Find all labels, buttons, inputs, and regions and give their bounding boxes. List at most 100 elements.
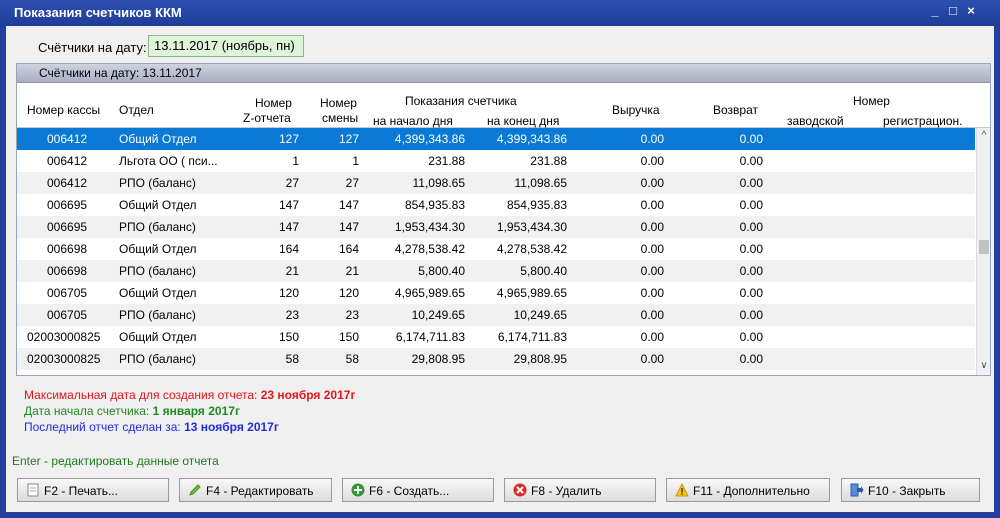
table-row[interactable]: 006695 РПО (баланс) 147 147 1,953,434.30… xyxy=(17,216,975,238)
app-window: Показания счетчиков ККМ _ □ × Счётчики н… xyxy=(0,0,1000,518)
cell-end: 4,399,343.86 xyxy=(496,132,567,146)
table-row[interactable]: 006412 Общий Отдел 127 127 4,399,343.86 … xyxy=(17,128,975,150)
header-start[interactable]: на начало дня xyxy=(373,114,453,128)
header-smena-2[interactable]: смены xyxy=(322,111,358,125)
cell-vyruchka: 0.00 xyxy=(640,286,664,300)
cell-z: 150 xyxy=(278,330,299,344)
vertical-scrollbar[interactable]: ^ ∨ xyxy=(976,128,990,375)
cell-vyruchka: 0.00 xyxy=(640,264,664,278)
cell-smena: 58 xyxy=(345,352,359,366)
cell-vyruchka: 0.00 xyxy=(640,308,664,322)
header-end[interactable]: на конец дня xyxy=(487,114,559,128)
header-nomer[interactable]: Номер xyxy=(853,94,890,108)
table-row[interactable]: 006698 Общий Отдел 164 164 4,278,538.42 … xyxy=(17,238,975,260)
cell-end: 231.88 xyxy=(530,154,567,168)
minimize-button[interactable]: _ xyxy=(928,3,942,18)
delete-icon xyxy=(513,483,527,497)
table-row[interactable]: 006412 РПО (баланс) 27 27 11,098.65 11,0… xyxy=(17,172,975,194)
cell-smena: 150 xyxy=(338,330,359,344)
cell-kassa: 006695 xyxy=(47,198,88,212)
header-kassa[interactable]: Номер кассы xyxy=(27,103,100,117)
cell-vyruchka: 0.00 xyxy=(640,132,664,146)
more-button[interactable]: F11 - Дополнительно xyxy=(666,478,830,502)
delete-button[interactable]: F8 - Удалить xyxy=(504,478,656,502)
header-z-2[interactable]: Z-отчета xyxy=(243,111,291,125)
cell-kassa: 006705 xyxy=(47,308,88,322)
cell-start: 6,174,711.83 xyxy=(395,330,465,344)
table-row[interactable]: 02003000825 Общий Отдел 150 150 6,174,71… xyxy=(17,326,975,348)
scroll-thumb[interactable] xyxy=(979,240,989,254)
cell-start: 231.88 xyxy=(428,154,465,168)
cell-vyruchka: 0.00 xyxy=(640,242,664,256)
group-header-label: Счётчики на дату: 13.11.2017 xyxy=(39,66,202,80)
cell-vozvrat: 0.00 xyxy=(739,264,763,278)
scroll-down-icon[interactable]: ∨ xyxy=(977,360,990,374)
cell-smena: 1 xyxy=(352,154,359,168)
header-reg[interactable]: регистрацион. xyxy=(883,114,962,128)
cell-kassa: 006695 xyxy=(47,220,88,234)
cell-end: 6,174,711.83 xyxy=(497,330,567,344)
cell-otdel: РПО (баланс) xyxy=(119,264,196,278)
cell-otdel: Общий Отдел xyxy=(119,286,197,300)
create-label: F6 - Создать... xyxy=(369,484,450,498)
cell-otdel: РПО (баланс) xyxy=(119,220,196,234)
cell-kassa: 006412 xyxy=(47,176,88,190)
cell-kassa: 006698 xyxy=(47,242,88,256)
header-pokaz[interactable]: Показания счетчика xyxy=(405,94,517,108)
cell-z: 23 xyxy=(285,308,299,322)
date-input[interactable]: 13.11.2017 (ноябрь, пн) xyxy=(148,35,304,57)
cell-smena: 164 xyxy=(338,242,359,256)
header-z-1[interactable]: Номер xyxy=(255,96,292,110)
exit-icon xyxy=(850,483,864,497)
scroll-up-icon[interactable]: ^ xyxy=(977,130,990,144)
table-row[interactable]: 006698 РПО (баланс) 21 21 5,800.40 5,800… xyxy=(17,260,975,282)
table-row[interactable]: 006705 РПО (баланс) 23 23 10,249.65 10,2… xyxy=(17,304,975,326)
close-window-button[interactable]: × xyxy=(964,3,978,18)
cell-z: 164 xyxy=(278,242,299,256)
cell-start: 4,399,343.86 xyxy=(394,132,465,146)
create-button[interactable]: F6 - Создать... xyxy=(342,478,494,502)
cell-otdel: Общий Отдел xyxy=(119,330,197,344)
table-row[interactable]: 006412 Льгота ОО ( пси... 1 1 231.88 231… xyxy=(17,150,975,172)
cell-vozvrat: 0.00 xyxy=(739,286,763,300)
title-bar[interactable]: Показания счетчиков ККМ _ □ × xyxy=(0,0,1000,26)
close-button[interactable]: F10 - Закрыть xyxy=(841,478,980,502)
table-row[interactable]: 006695 Общий Отдел 147 147 854,935.83 85… xyxy=(17,194,975,216)
last-report-value: 13 ноября 2017г xyxy=(184,420,279,434)
date-filter: Счётчики на дату: 13.11.2017 (ноябрь, пн… xyxy=(6,34,994,60)
cell-end: 5,800.40 xyxy=(520,264,567,278)
maximize-button[interactable]: □ xyxy=(946,3,960,18)
cell-otdel: Общий Отдел xyxy=(119,132,197,146)
table-row[interactable]: 006705 Общий Отдел 120 120 4,965,989.65 … xyxy=(17,282,975,304)
edit-label: F4 - Редактировать xyxy=(206,484,314,498)
cell-start: 5,800.40 xyxy=(418,264,465,278)
header-otdel[interactable]: Отдел xyxy=(119,103,154,117)
cell-kassa: 006698 xyxy=(47,264,88,278)
cell-smena: 23 xyxy=(345,308,359,322)
max-date-value: 23 ноября 2017г xyxy=(260,388,356,402)
cell-end: 4,278,538.42 xyxy=(496,242,567,256)
start-date-label: Дата начала счетчика: xyxy=(24,404,150,418)
header-smena-1[interactable]: Номер xyxy=(320,96,357,110)
header-vozvrat[interactable]: Возврат xyxy=(713,103,758,117)
table-row[interactable]: 02003000825 РПО (баланс) 58 58 29,808.95… xyxy=(17,348,975,370)
cell-vozvrat: 0.00 xyxy=(739,154,763,168)
cell-vozvrat: 0.00 xyxy=(739,198,763,212)
cell-vyruchka: 0.00 xyxy=(640,198,664,212)
cell-kassa: 02003000825 xyxy=(27,330,101,344)
cell-z: 147 xyxy=(278,198,299,212)
cell-vozvrat: 0.00 xyxy=(739,132,763,146)
counters-grid: Счётчики на дату: 13.11.2017 Номер кассы… xyxy=(16,63,991,376)
last-report-label: Последний отчет сделан за: xyxy=(24,420,181,434)
cell-vozvrat: 0.00 xyxy=(739,220,763,234)
cell-vyruchka: 0.00 xyxy=(640,352,664,366)
header-zavod[interactable]: заводской xyxy=(787,114,844,128)
edit-button[interactable]: F4 - Редактировать xyxy=(179,478,332,502)
cell-vozvrat: 0.00 xyxy=(739,176,763,190)
window-title: Показания счетчиков ККМ xyxy=(14,5,182,20)
cell-otdel: Льгота ОО ( пси... xyxy=(119,154,218,168)
header-vyruchka[interactable]: Выручка xyxy=(612,103,660,117)
cell-end: 4,965,989.65 xyxy=(496,286,567,300)
print-button[interactable]: F2 - Печать... xyxy=(17,478,169,502)
start-date-info: Дата начала счетчика: 1 января 2017г xyxy=(24,404,240,418)
